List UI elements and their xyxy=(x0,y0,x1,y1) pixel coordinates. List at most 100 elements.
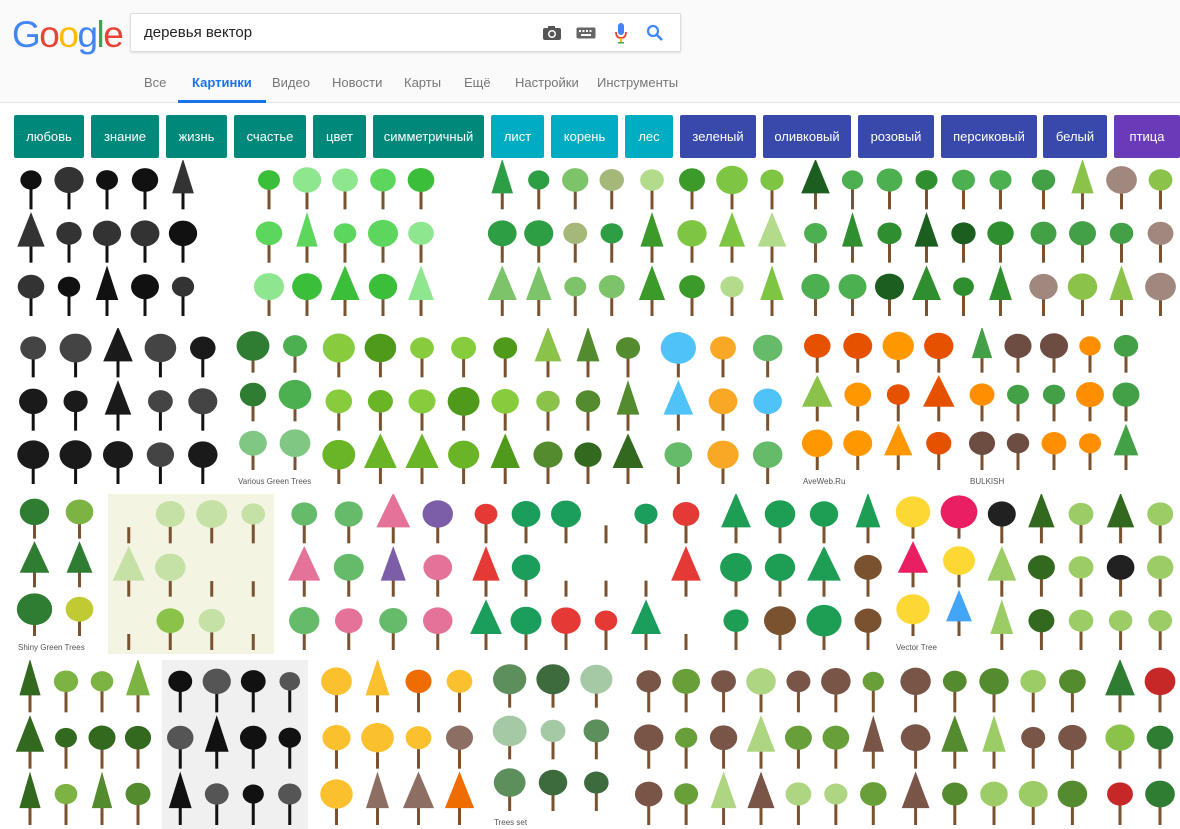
image-result[interactable] xyxy=(162,660,308,829)
tab-0[interactable]: Все xyxy=(144,62,166,103)
image-result[interactable] xyxy=(282,494,460,654)
tab-5[interactable]: Ещё xyxy=(464,62,491,103)
chip-белый[interactable]: белый xyxy=(1043,115,1107,158)
tree-crown xyxy=(1079,336,1101,356)
image-result[interactable] xyxy=(896,660,1092,829)
tree-crown xyxy=(379,608,408,634)
chip-симметричный[interactable]: симметричный xyxy=(373,115,484,158)
tree-crown xyxy=(598,275,625,299)
tree-crown xyxy=(1145,780,1175,808)
tree-crown xyxy=(844,382,872,407)
tree-crown xyxy=(633,724,664,751)
chip-зеленый[interactable]: зеленый xyxy=(680,115,756,158)
tree-crown xyxy=(288,546,321,581)
chip-цвет[interactable]: цвет xyxy=(313,115,366,158)
tree-crown xyxy=(1145,272,1176,301)
tree-illustration: Vector Tree xyxy=(895,495,978,652)
image-result[interactable]: Shiny Green Trees xyxy=(12,494,102,654)
camera-icon[interactable] xyxy=(541,23,563,43)
chip-оливковый[interactable]: оливковый xyxy=(763,115,851,158)
tree-crown xyxy=(55,727,77,748)
tab-4[interactable]: Карты xyxy=(404,62,441,103)
microphone-icon[interactable] xyxy=(610,23,632,44)
tree-crown xyxy=(900,724,931,752)
tab-3[interactable]: Новости xyxy=(332,62,382,103)
tree-crown xyxy=(241,503,266,525)
search-input[interactable] xyxy=(144,14,524,51)
tree-crown xyxy=(594,610,618,631)
tree-crown xyxy=(1028,494,1055,528)
image-result[interactable]: Various Green Trees xyxy=(232,328,316,488)
tree-crown xyxy=(1105,724,1135,751)
tree-crown xyxy=(923,375,955,407)
image-result[interactable] xyxy=(108,494,274,654)
chip-корень[interactable]: корень xyxy=(551,115,618,158)
tree-illustration: AveWeb.Ru xyxy=(801,331,955,486)
tree-crown xyxy=(1004,333,1032,359)
image-result[interactable]: AveWeb.Ru xyxy=(797,328,959,488)
image-result[interactable] xyxy=(318,328,526,488)
google-logo[interactable]: Google xyxy=(12,14,124,56)
tree-crown xyxy=(279,429,311,458)
tab-2[interactable]: Видео xyxy=(272,62,310,103)
tree-crown xyxy=(114,500,144,528)
tree-crown xyxy=(474,503,498,525)
chip-лес[interactable]: лес xyxy=(625,115,673,158)
chip-знание[interactable]: знание xyxy=(91,115,159,158)
tree-crown xyxy=(90,671,114,692)
chip-птица[interactable]: птица xyxy=(1114,115,1180,158)
tree-crown xyxy=(240,599,266,634)
chip-персиковый[interactable]: персиковый xyxy=(941,115,1037,158)
image-result[interactable] xyxy=(630,660,892,829)
tree-crown xyxy=(334,608,363,634)
image-result[interactable]: Vector Tree xyxy=(890,494,982,654)
tab-7[interactable]: Инструменты xyxy=(597,62,678,103)
image-result[interactable] xyxy=(656,328,790,488)
chip-жизнь[interactable]: жизнь xyxy=(166,115,227,158)
chip-счастье[interactable]: счастье xyxy=(234,115,306,158)
tree-crown xyxy=(528,170,550,190)
image-result[interactable] xyxy=(797,160,1019,320)
image-result[interactable] xyxy=(466,494,706,654)
image-result[interactable] xyxy=(714,494,890,654)
tree-crown xyxy=(843,430,873,457)
chip-розовый[interactable]: розовый xyxy=(858,115,934,158)
keyboard-icon[interactable] xyxy=(575,23,597,43)
tab-1[interactable]: Картинки xyxy=(178,62,266,103)
image-result[interactable]: Trees set xyxy=(488,660,618,829)
tree-crown xyxy=(242,784,264,804)
image-result[interactable] xyxy=(12,160,202,320)
tree-illustration: Various Green Trees xyxy=(236,331,312,486)
image-result[interactable] xyxy=(484,160,630,320)
chip-лист[interactable]: лист xyxy=(491,115,544,158)
image-result[interactable] xyxy=(528,328,648,488)
tree-crown xyxy=(678,168,706,192)
image-result[interactable] xyxy=(1100,660,1180,829)
image-result[interactable] xyxy=(1024,160,1180,320)
tree-crown xyxy=(674,727,698,748)
tree-crown xyxy=(760,265,784,300)
tree-crown xyxy=(987,546,1017,581)
tree-crown xyxy=(580,664,613,694)
tree-crown xyxy=(15,715,45,752)
search-box[interactable] xyxy=(130,13,681,52)
tree-crown xyxy=(59,440,92,470)
tree-crown xyxy=(278,727,301,748)
image-result[interactable] xyxy=(250,160,440,320)
tree-crown xyxy=(17,274,45,299)
tree-crown xyxy=(171,276,195,297)
image-result[interactable] xyxy=(982,494,1180,654)
tree-crown xyxy=(490,433,520,468)
image-result[interactable] xyxy=(632,160,792,320)
tab-6[interactable]: Настройки xyxy=(515,62,579,103)
tree-crown xyxy=(493,337,518,359)
search-icon[interactable] xyxy=(644,23,666,43)
tree-crown xyxy=(987,501,1016,527)
tree-crown xyxy=(951,222,976,245)
image-result[interactable] xyxy=(316,660,480,829)
image-result[interactable] xyxy=(12,660,156,829)
chip-любовь[interactable]: любовь xyxy=(14,115,84,158)
image-result[interactable] xyxy=(12,328,224,488)
tree-crown xyxy=(20,170,42,190)
image-result[interactable]: BULKISH xyxy=(964,328,1144,488)
